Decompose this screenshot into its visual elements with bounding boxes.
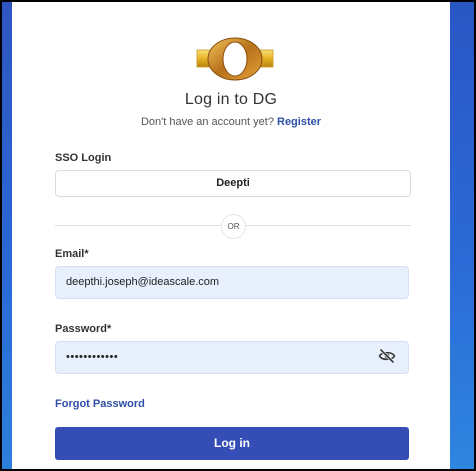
register-prompt-text: Don't have an account yet?	[140, 116, 274, 128]
dg-logo-icon	[196, 37, 274, 81]
login-card: Log in to DG Don't have an account yet? …	[12, 2, 450, 469]
eye-slash-icon[interactable]	[378, 348, 396, 364]
window-frame: Log in to DG Don't have an account yet? …	[0, 0, 476, 471]
sso-login-button[interactable]: Deepti	[55, 170, 411, 197]
forgot-password-link[interactable]: Forgot Password	[55, 398, 145, 410]
register-link[interactable]: Register	[277, 116, 321, 128]
page-title: Log in to DG	[184, 91, 278, 108]
right-background-panel	[450, 2, 474, 469]
or-separator: OR	[221, 214, 246, 239]
register-prompt: Don't have an account yet? Register	[12, 116, 450, 128]
email-label: Email*	[55, 248, 89, 260]
password-field[interactable]: ••••••••••••	[55, 341, 409, 374]
login-button[interactable]: Log in	[55, 427, 409, 460]
sso-label: SSO Login	[55, 152, 112, 164]
email-field[interactable]: deepthi.joseph@ideascale.com	[55, 266, 409, 299]
password-label: Password*	[55, 323, 112, 335]
